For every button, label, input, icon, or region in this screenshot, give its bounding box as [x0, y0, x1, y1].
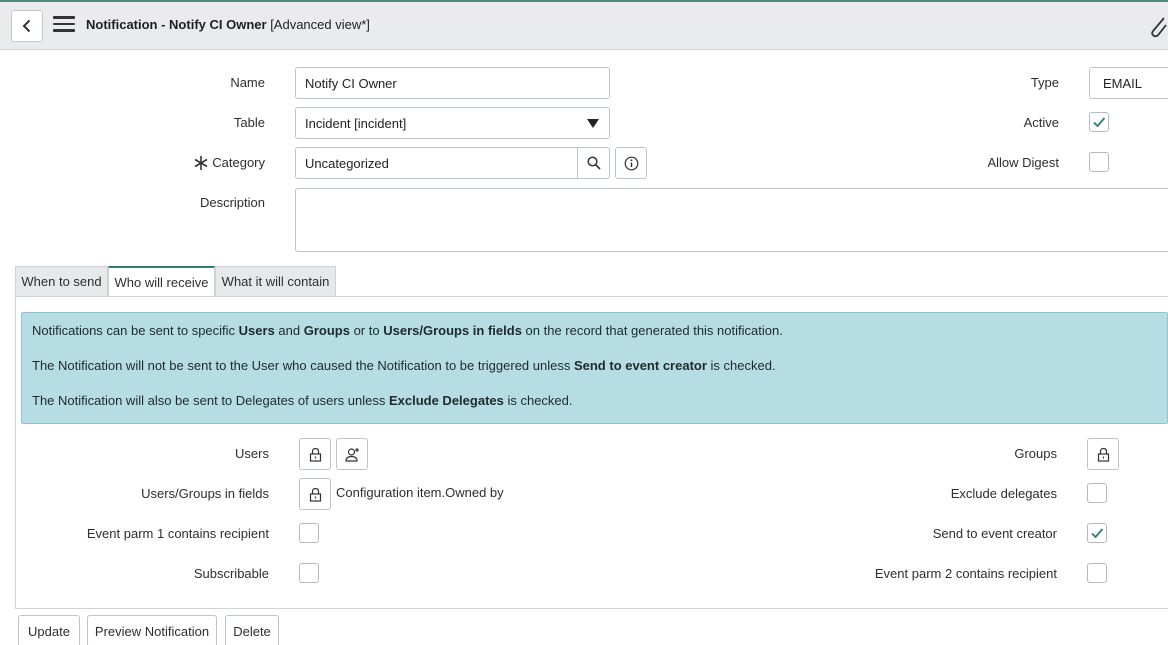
- description-label: Description: [199, 195, 265, 210]
- users-groups-fields-unlock-button[interactable]: [299, 478, 331, 510]
- paperclip-icon[interactable]: [1150, 16, 1168, 38]
- dropdown-arrow-icon: [587, 119, 599, 128]
- table-select[interactable]: Incident [incident]: [295, 107, 610, 139]
- users-add-me-button[interactable]: [336, 438, 368, 470]
- users-label: Users: [235, 446, 269, 461]
- name-input[interactable]: Notify CI Owner: [295, 67, 610, 99]
- delete-button[interactable]: Delete: [225, 615, 279, 645]
- lock-icon: [309, 447, 321, 462]
- page-title-main: Notification - Notify CI Owner: [86, 17, 267, 32]
- info-line-2: The Notification will not be sent to the…: [32, 358, 776, 373]
- send-to-event-creator-label: Send to event creator: [932, 526, 1057, 541]
- send-to-event-creator-checkbox[interactable]: [1087, 523, 1107, 543]
- users-unlock-button[interactable]: [299, 438, 331, 470]
- tab-what-it-will-contain[interactable]: What it will contain: [215, 266, 336, 297]
- preview-notification-button[interactable]: Preview Notification: [87, 615, 217, 645]
- checkmark-icon: [1091, 528, 1104, 539]
- category-input[interactable]: Uncategorized: [295, 147, 578, 179]
- info-line-3: The Notification will also be sent to De…: [32, 393, 573, 408]
- groups-unlock-button[interactable]: [1087, 438, 1119, 470]
- subscribable-label: Subscribable: [193, 566, 269, 581]
- add-user-icon: [344, 447, 359, 462]
- update-button[interactable]: Update: [18, 615, 80, 645]
- category-label: Category: [212, 155, 265, 170]
- exclude-delegates-label: Exclude delegates: [950, 486, 1057, 501]
- type-select[interactable]: EMAIL: [1089, 67, 1168, 99]
- users-groups-fields-value: Configuration item.Owned by: [336, 485, 504, 500]
- info-icon: [624, 156, 638, 170]
- tab-when-to-send[interactable]: When to send: [15, 266, 108, 297]
- allow-digest-checkbox[interactable]: [1089, 152, 1109, 172]
- subscribable-checkbox[interactable]: [299, 563, 319, 583]
- active-label: Active: [1023, 115, 1059, 130]
- event-parm1-checkbox[interactable]: [299, 523, 319, 543]
- users-groups-fields-label: Users/Groups in fields: [141, 486, 269, 501]
- page-title: Notification - Notify CI Owner [Advanced…: [86, 17, 370, 32]
- hamburger-menu-icon[interactable]: [53, 16, 75, 36]
- active-checkbox[interactable]: [1089, 112, 1109, 132]
- info-message: Notifications can be sent to specific Us…: [21, 312, 1168, 424]
- event-parm2-checkbox[interactable]: [1087, 563, 1107, 583]
- search-icon: [586, 156, 601, 170]
- type-label: Type: [1030, 75, 1059, 90]
- page-title-view: [Advanced view*]: [270, 17, 370, 32]
- table-select-value: Incident [incident]: [305, 115, 407, 131]
- exclude-delegates-checkbox[interactable]: [1087, 483, 1107, 503]
- table-label: Table: [233, 115, 265, 130]
- event-parm2-label: Event parm 2 contains recipient: [874, 566, 1057, 581]
- category-info-button[interactable]: [615, 147, 647, 179]
- allow-digest-label: Allow Digest: [987, 155, 1059, 170]
- groups-label: Groups: [1014, 446, 1057, 461]
- form-header: Notification - Notify CI Owner [Advanced…: [0, 0, 1168, 50]
- lock-icon: [309, 487, 321, 502]
- event-parm1-label: Event parm 1 contains recipient: [86, 526, 269, 541]
- category-lookup-button[interactable]: [577, 147, 610, 179]
- info-line-1: Notifications can be sent to specific Us…: [32, 323, 783, 338]
- chevron-left-icon: [22, 19, 31, 33]
- checkmark-icon: [1093, 117, 1106, 128]
- description-textarea[interactable]: [295, 188, 1168, 252]
- tab-who-will-receive[interactable]: Who will receive: [108, 266, 215, 298]
- back-button[interactable]: [11, 10, 43, 42]
- name-label: Name: [230, 75, 265, 90]
- lock-icon: [1097, 447, 1109, 462]
